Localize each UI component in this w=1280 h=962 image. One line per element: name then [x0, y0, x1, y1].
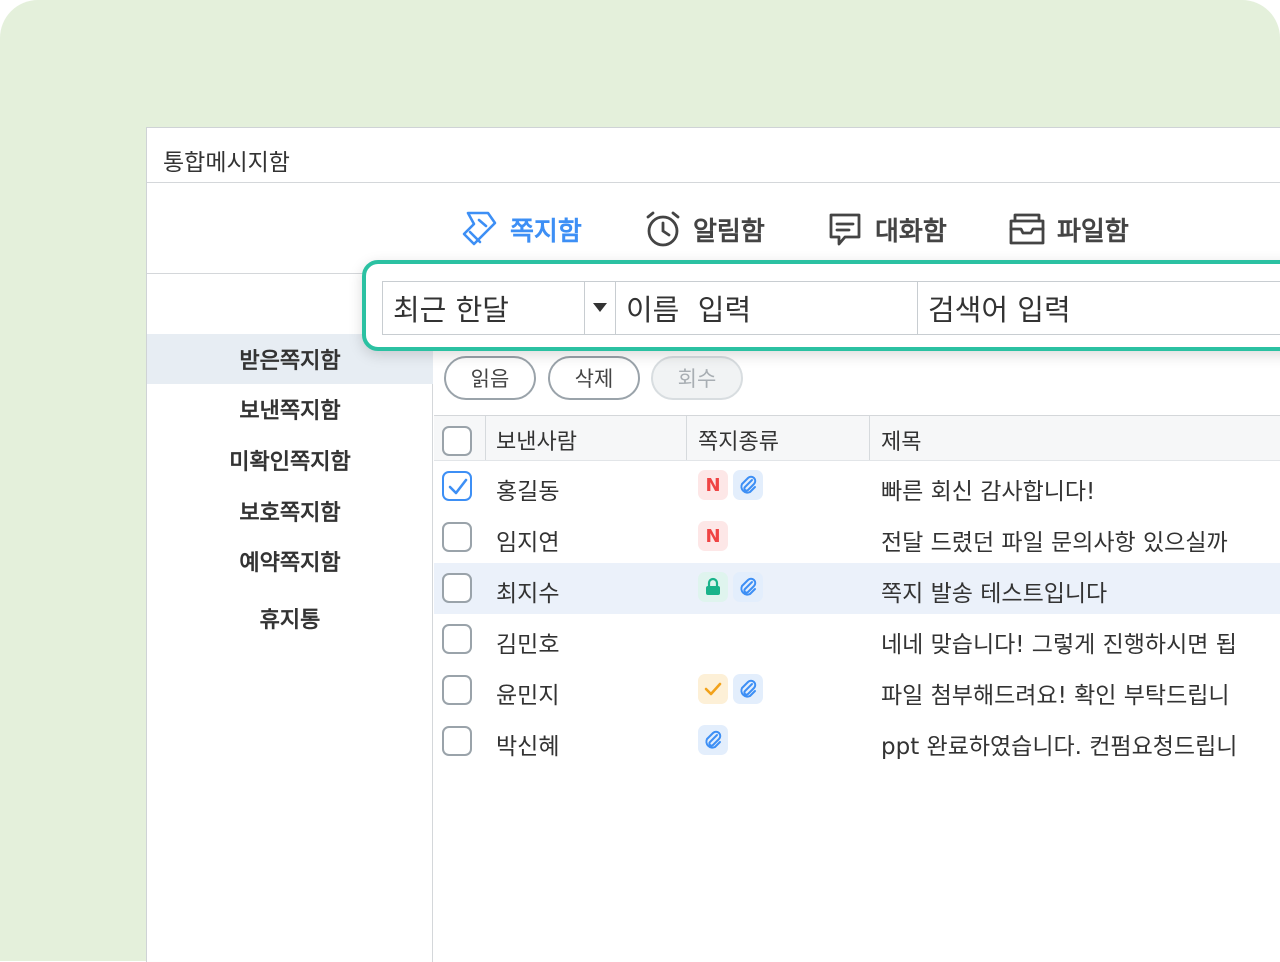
table-header: 보낸사람 쪽지종류 제목 — [434, 416, 1280, 461]
table-row[interactable]: 윤민지 파일 첨부해드려요! 확인 부탁드립니 — [434, 665, 1280, 716]
sidebar-item-scheduled[interactable]: 예약쪽지함 — [147, 536, 433, 586]
check-icon — [698, 674, 728, 704]
sidebar-item-sent[interactable]: 보낸쪽지함 — [147, 384, 433, 434]
tab-alarm-label: 알림함 — [693, 216, 765, 247]
attachment-icon — [698, 725, 728, 755]
read-button[interactable]: 읽음 — [444, 356, 536, 400]
sidebar: 받은쪽지함 보낸쪽지함 미확인쪽지함 보호쪽지함 예약쪽지함 휴지통 — [147, 274, 433, 962]
chat-bubble-icon — [825, 209, 865, 249]
window-title: 통합메시지함 — [163, 150, 290, 176]
select-all-checkbox[interactable] — [442, 426, 472, 456]
row-subject: ppt 완료하였습니다. 컨펌요청드립니 — [881, 734, 1238, 760]
file-tray-icon — [1007, 209, 1047, 249]
table-row[interactable]: 김민호 네네 맞습니다! 그렇게 진행하시면 됩 — [434, 614, 1280, 665]
row-subject: 쪽지 발송 테스트입니다 — [881, 581, 1108, 607]
message-list: 보낸사람 쪽지종류 제목 홍길동 N 빠른 회신 감사합니다! 임지연 N 전달… — [434, 416, 1280, 962]
tab-alarm[interactable]: 알림함 — [643, 209, 765, 249]
tab-file[interactable]: 파일함 — [1007, 209, 1129, 249]
attachment-icon — [733, 572, 763, 602]
new-badge-icon: N — [698, 521, 728, 551]
name-input[interactable]: 이름 입력 — [615, 281, 918, 335]
header-subject: 제목 — [881, 430, 922, 455]
column-divider — [686, 416, 687, 460]
name-input-placeholder: 이름 입력 — [626, 293, 752, 327]
sidebar-item-trash[interactable]: 휴지통 — [147, 593, 433, 643]
table-row[interactable]: 임지연 N 전달 드렸던 파일 문의사항 있으실까 — [434, 512, 1280, 563]
sidebar-item-unread[interactable]: 미확인쪽지함 — [147, 435, 433, 485]
dropdown-arrow-icon[interactable] — [584, 282, 615, 334]
row-type-icons — [698, 572, 763, 602]
row-checkbox[interactable] — [442, 675, 472, 705]
table-row[interactable]: 홍길동 N 빠른 회신 감사합니다! — [434, 461, 1280, 512]
row-type-icons: N — [698, 470, 763, 500]
period-value: 최근 한달 — [393, 293, 509, 327]
row-subject: 네네 맞습니다! 그렇게 진행하시면 됩 — [881, 632, 1237, 658]
period-select[interactable]: 최근 한달 — [382, 281, 616, 335]
row-sender: 윤민지 — [496, 683, 560, 709]
row-checkbox[interactable] — [442, 522, 472, 552]
delete-button[interactable]: 삭제 — [548, 356, 640, 400]
note-icon — [460, 209, 500, 249]
table-row[interactable]: 최지수 쪽지 발송 테스트입니다 — [434, 563, 1280, 614]
row-sender: 박신혜 — [496, 734, 560, 760]
row-sender: 최지수 — [496, 581, 560, 607]
row-subject: 빠른 회신 감사합니다! — [881, 479, 1096, 505]
row-sender: 김민호 — [496, 632, 560, 658]
row-sender: 임지연 — [496, 530, 560, 556]
row-subject: 전달 드렸던 파일 문의사항 있으실까 — [881, 530, 1228, 556]
new-badge-icon: N — [698, 470, 728, 500]
title-bar: 통합메시지함 — [147, 128, 1280, 183]
tab-note-label: 쪽지함 — [510, 216, 582, 247]
tab-file-label: 파일함 — [1057, 216, 1129, 247]
row-type-icons: N — [698, 521, 728, 551]
row-type-icons — [698, 674, 763, 704]
keyword-input[interactable]: 검색어 입력 — [917, 281, 1280, 335]
header-type: 쪽지종류 — [698, 430, 779, 455]
row-subject: 파일 첨부해드려요! 확인 부탁드립니 — [881, 683, 1230, 709]
recall-button[interactable]: 회수 — [651, 356, 743, 400]
row-type-icons — [698, 725, 728, 755]
row-sender: 홍길동 — [496, 479, 560, 505]
alarm-clock-icon — [643, 209, 683, 249]
message-window: 통합메시지함 쪽지함 알림함 대화함 파일함 받은쪽지함 보낸쪽지함 미확인쪽지… — [146, 127, 1280, 962]
table-row[interactable]: 박신혜 ppt 완료하였습니다. 컨펌요청드립니 — [434, 716, 1280, 767]
checkmark-icon — [448, 478, 468, 495]
tab-chat-label: 대화함 — [875, 216, 947, 247]
column-divider — [869, 416, 870, 460]
column-divider — [485, 416, 486, 460]
row-checkbox[interactable] — [442, 471, 472, 501]
search-bar-highlight: 최근 한달 이름 입력 검색어 입력 — [362, 260, 1280, 351]
row-checkbox[interactable] — [442, 624, 472, 654]
row-checkbox[interactable] — [442, 726, 472, 756]
attachment-icon — [733, 674, 763, 704]
header-sender: 보낸사람 — [496, 430, 577, 455]
tab-chat[interactable]: 대화함 — [825, 209, 947, 249]
tab-note[interactable]: 쪽지함 — [460, 209, 582, 249]
sidebar-item-protected[interactable]: 보호쪽지함 — [147, 486, 433, 536]
attachment-icon — [733, 470, 763, 500]
keyword-input-placeholder: 검색어 입력 — [928, 293, 1071, 327]
lock-icon — [698, 572, 728, 602]
row-checkbox[interactable] — [442, 573, 472, 603]
